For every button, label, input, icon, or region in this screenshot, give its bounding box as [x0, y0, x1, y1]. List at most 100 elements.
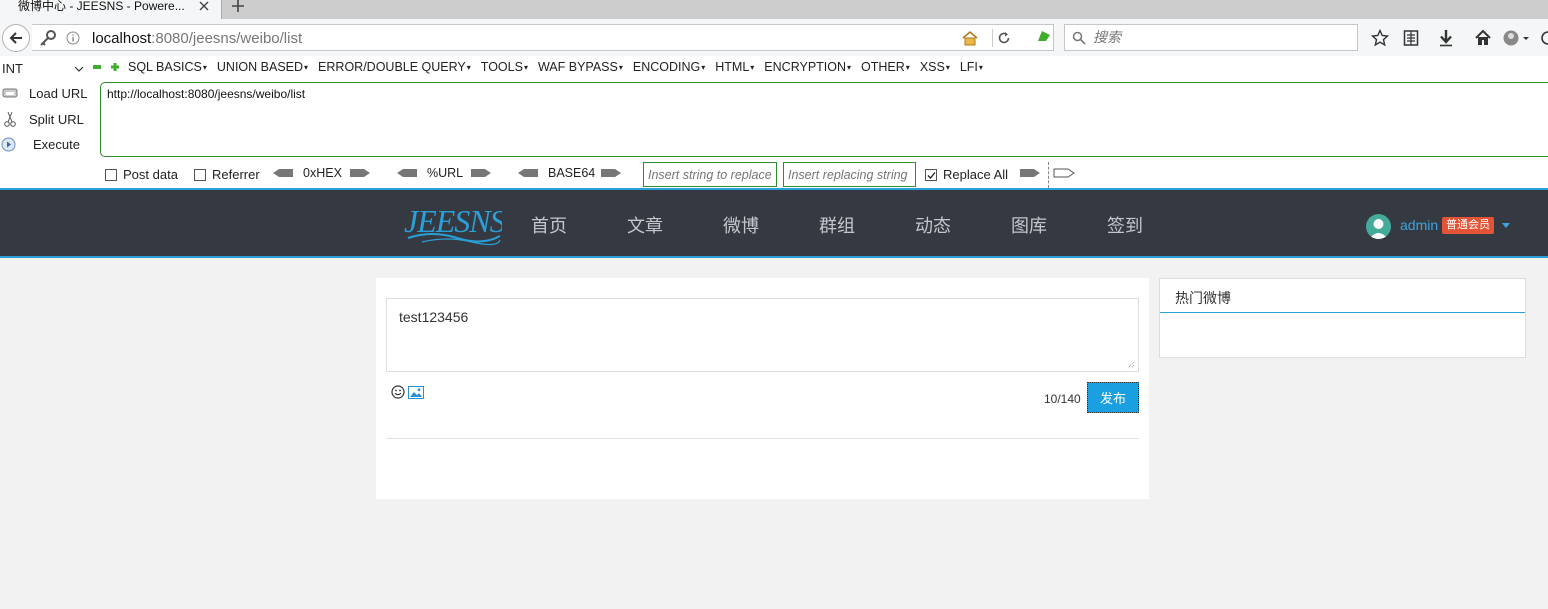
menu-union-based[interactable]: UNION BASED [217, 60, 308, 74]
base64-encode-arrow-icon[interactable] [599, 166, 623, 180]
menu-encryption[interactable]: ENCRYPTION [764, 60, 851, 74]
url-separator [992, 29, 993, 47]
weibo-post-textarea[interactable]: test123456 [386, 298, 1139, 372]
menu-tools[interactable]: TOOLS [481, 60, 528, 74]
replace-arrow-icon[interactable] [1018, 166, 1042, 180]
browser-tab[interactable]: 微博中心 - JEESNS - Powere... [0, 0, 222, 19]
nav-articles[interactable]: 文章 [627, 212, 663, 238]
base64-decode-arrow-icon[interactable] [516, 166, 540, 180]
panel-header-underline [1160, 312, 1525, 313]
navigation-toolbar: localhost:8080/jeesns/weibo/list [0, 19, 1548, 56]
search-bar[interactable] [1064, 24, 1358, 51]
search-icon [1072, 31, 1086, 45]
hex-encode-arrow-icon[interactable] [348, 166, 372, 180]
hex-decode-arrow-icon[interactable] [271, 166, 295, 180]
avatar[interactable] [1366, 214, 1391, 239]
replace-all-label: Replace All [943, 167, 1009, 182]
hackbar-menu-bar: SQL BASICS UNION BASED ERROR/DOUBLE QUER… [92, 60, 993, 74]
user-avatar-icon [1369, 219, 1388, 239]
url-encode-arrow-icon[interactable] [469, 166, 493, 180]
post-data-label: Post data [123, 167, 178, 182]
hackbar-toggle-icon[interactable] [1036, 29, 1052, 43]
replace-to-input[interactable] [783, 162, 916, 187]
injection-type-select[interactable]: INT [0, 60, 86, 77]
member-badge: 普通会员 [1442, 217, 1494, 234]
nav-home[interactable]: 首页 [531, 212, 567, 238]
hex-label: 0xHEX [303, 166, 342, 180]
url-decode-arrow-icon[interactable] [395, 166, 419, 180]
publish-button[interactable]: 发布 [1087, 382, 1139, 413]
home-icon[interactable] [961, 30, 979, 46]
key-icon[interactable] [38, 29, 58, 47]
svg-text:JEESNS: JEESNS [404, 203, 502, 239]
split-url-label: Split URL [29, 111, 84, 127]
download-icon[interactable] [1438, 29, 1454, 47]
menu-waf-bypass[interactable]: WAF BYPASS [538, 60, 623, 74]
bookmark-star-icon[interactable] [1371, 29, 1389, 47]
site-info-icon[interactable] [66, 31, 80, 45]
hot-weibo-panel: 热门微博 [1159, 278, 1526, 358]
chevron-down-icon [74, 66, 84, 72]
menu-error-double-query[interactable]: ERROR/DOUBLE QUERY [318, 60, 471, 74]
search-input[interactable] [1093, 29, 1343, 45]
checkmark-icon [927, 171, 936, 179]
checkbox-box [194, 168, 206, 181]
nav-weibo[interactable]: 微博 [723, 212, 759, 238]
replace-all-checkbox[interactable]: Replace All [925, 167, 1008, 182]
referrer-label: Referrer [212, 167, 260, 182]
play-icon [1, 137, 16, 151]
new-tab-icon[interactable] [230, 0, 246, 14]
increase-icon[interactable] [110, 62, 120, 72]
back-button[interactable] [2, 24, 30, 52]
referrer-checkbox[interactable]: Referrer [194, 167, 260, 182]
nav-gallery[interactable]: 图库 [1011, 212, 1047, 238]
menu-encoding[interactable]: ENCODING [633, 60, 705, 74]
divider [386, 438, 1139, 439]
nav-checkin[interactable]: 签到 [1107, 212, 1143, 238]
scissors-icon [4, 111, 16, 127]
nav-groups[interactable]: 群组 [819, 212, 855, 238]
decrease-icon[interactable] [92, 62, 102, 72]
profile-menu-icon[interactable] [1503, 29, 1531, 47]
jeesns-logo[interactable]: JEESNS [402, 200, 502, 246]
menu-xss[interactable]: XSS [920, 60, 950, 74]
tab-title: 微博中心 - JEESNS - Powere... [18, 0, 185, 13]
hackbar-options-row: Post data Referrer 0xHEX %URL BASE64 Rep… [0, 162, 1548, 188]
image-upload-icon[interactable] [408, 386, 424, 399]
checkbox-box-checked [925, 168, 937, 181]
injection-type-value: INT [2, 61, 23, 76]
url-bar[interactable]: localhost:8080/jeesns/weibo/list [32, 24, 1054, 51]
url-text[interactable]: localhost:8080/jeesns/weibo/list [92, 30, 302, 47]
home-page-icon[interactable] [1474, 29, 1492, 47]
reader-list-icon[interactable] [1403, 29, 1419, 47]
resize-handle-icon[interactable] [1126, 360, 1135, 369]
menu-sql-basics[interactable]: SQL BASICS [128, 60, 207, 74]
char-counter: 10/140 [1044, 392, 1081, 406]
nav-activity[interactable]: 动态 [915, 212, 951, 238]
menu-lfi[interactable]: LFI [960, 60, 983, 74]
replace-from-input[interactable] [643, 162, 777, 187]
hackbar-url-textarea[interactable]: http://localhost:8080/jeesns/weibo/list [100, 82, 1548, 157]
menu-html[interactable]: HTML [715, 60, 754, 74]
replace-extra-arrow-icon[interactable] [1052, 166, 1076, 180]
execute-label: Execute [33, 136, 80, 152]
reload-icon[interactable] [997, 31, 1011, 45]
user-menu-caret-icon[interactable] [1502, 223, 1510, 228]
base64-label: BASE64 [548, 166, 596, 180]
emoji-icon[interactable] [391, 385, 405, 399]
overflow-menu-icon[interactable] [1540, 29, 1548, 47]
checkbox-box [105, 168, 117, 181]
username-link[interactable]: admin [1400, 217, 1438, 233]
url-encode-label: %URL [427, 166, 464, 180]
site-header: JEESNS 首页 文章 微博 群组 动态 图库 签到 admin 普通会员 [0, 188, 1548, 258]
hot-weibo-title: 热门微博 [1175, 290, 1231, 306]
separator [1048, 162, 1049, 188]
menu-other[interactable]: OTHER [861, 60, 910, 74]
load-url-icon [2, 88, 18, 98]
close-tab-icon[interactable] [197, 0, 211, 13]
load-url-label: Load URL [29, 85, 88, 101]
post-data-checkbox[interactable]: Post data [105, 167, 178, 182]
weibo-composer-card: test123456 10/140 发布 [376, 278, 1149, 499]
back-arrow-icon [9, 32, 22, 44]
tab-strip: 微博中心 - JEESNS - Powere... [0, 0, 1548, 19]
